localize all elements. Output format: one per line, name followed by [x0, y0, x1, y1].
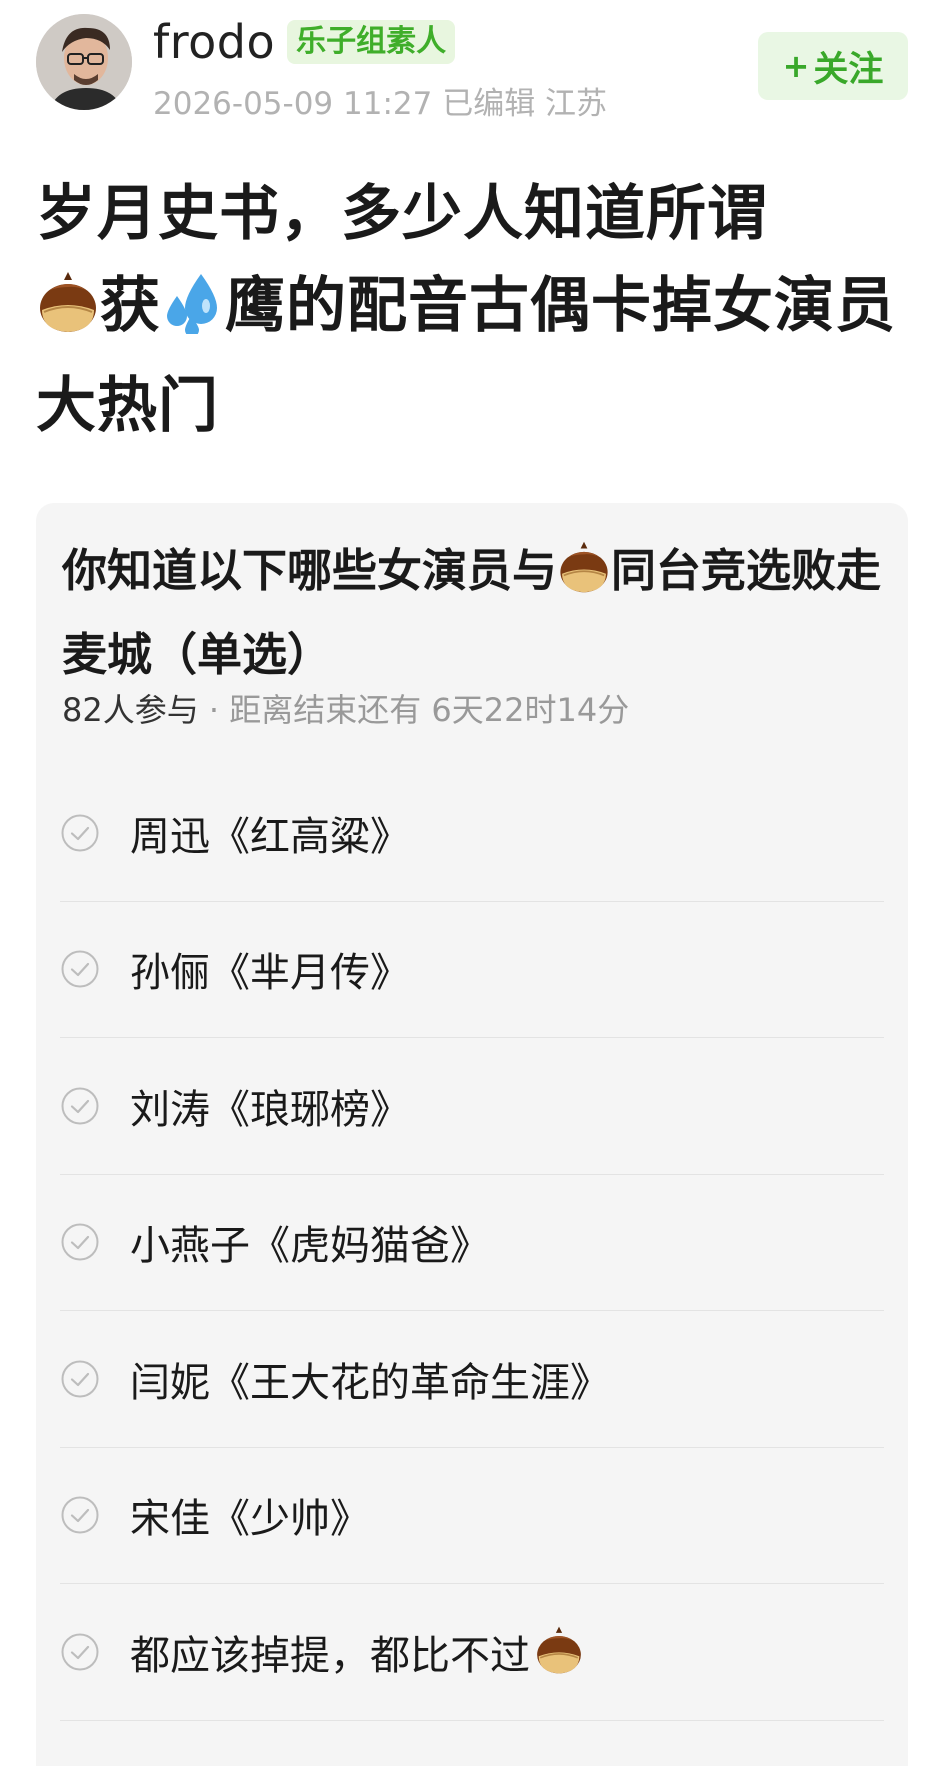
title-text-2: 获 [100, 271, 161, 341]
post-title: 岁月史书，多少人知道所谓 获 鹰的配音古偶卡掉女演员大热门 [36, 168, 916, 452]
check-circle-icon [61, 1223, 99, 1261]
check-circle-icon [61, 1360, 99, 1398]
check-circle-icon [61, 814, 99, 852]
poll-option[interactable]: 闫妮《王大花的革命生涯》 [60, 1311, 884, 1448]
check-circle-icon [61, 1087, 99, 1125]
poll-option[interactable]: 都应该掉提，都比不过 [60, 1584, 884, 1721]
poll-option-label: 孙俪《芈月传》 [130, 950, 410, 997]
poll-question-text-1: 你知道以下哪些女演员与 [62, 544, 558, 597]
poll-option[interactable]: 孙俪《芈月传》 [60, 902, 884, 1038]
poll-option[interactable]: 宋佳《少帅》 [60, 1448, 884, 1584]
avatar-photo [36, 14, 132, 110]
poll-option[interactable]: 周迅《红高粱》 [60, 765, 884, 902]
check-circle-icon [61, 1633, 99, 1671]
poll-option-label: 宋佳《少帅》 [130, 1496, 370, 1543]
username[interactable]: frodo [153, 15, 275, 69]
poll-card: 你知道以下哪些女演员与 同台竞选败走麦城（单选） 82人参与 · 距离结束还有 … [36, 503, 908, 1766]
poll-option-label: 小燕子《虎妈猫爸》 [130, 1223, 490, 1270]
poll-option-label: 刘涛《琅琊榜》 [130, 1086, 410, 1133]
poll-participants: 82人参与 [62, 691, 199, 729]
poll-meta-separator: · [198, 691, 230, 729]
username-row: frodo 乐子组素人 [153, 14, 456, 70]
user-tag-badge[interactable]: 乐子组素人 [287, 20, 456, 64]
poll-option[interactable]: 刘涛《琅琊榜》 [60, 1038, 884, 1175]
droplets-emoji [161, 268, 225, 360]
plus-icon: + [782, 47, 810, 85]
poll-question: 你知道以下哪些女演员与 同台竞选败走麦城（单选） [62, 533, 892, 693]
check-circle-icon [61, 1496, 99, 1534]
title-text-1: 岁月史书，多少人知道所谓 [36, 179, 768, 249]
follow-label: 关注 [813, 49, 884, 90]
poll-option-label: 闫妮《王大花的革命生涯》 [130, 1359, 610, 1406]
poll-option-label: 都应该掉提，都比不过 [130, 1632, 530, 1679]
follow-button[interactable]: + 关注 [758, 32, 908, 100]
poll-remaining-time: 距离结束还有 6天22时14分 [229, 691, 630, 729]
poll-option[interactable]: 小燕子《虎妈猫爸》 [60, 1175, 884, 1311]
post-meta: 2026-05-09 11:27 已编辑 江苏 [153, 86, 608, 122]
chestnut-emoji [36, 268, 100, 360]
avatar[interactable] [36, 14, 132, 110]
poll-meta: 82人参与 · 距离结束还有 6天22时14分 [62, 685, 629, 731]
chestnut-emoji [557, 540, 611, 617]
poll-option-label: 周迅《红高粱》 [130, 813, 410, 860]
poll-options: 周迅《红高粱》 孙俪《芈月传》 刘涛《琅琊榜》 小燕子《虎妈猫爸》 闫妮《王大花… [60, 765, 884, 1721]
check-circle-icon [61, 950, 99, 988]
post-header: frodo 乐子组素人 2026-05-09 11:27 已编辑 江苏 + 关注 [0, 0, 944, 140]
chestnut-emoji [534, 1625, 584, 1679]
